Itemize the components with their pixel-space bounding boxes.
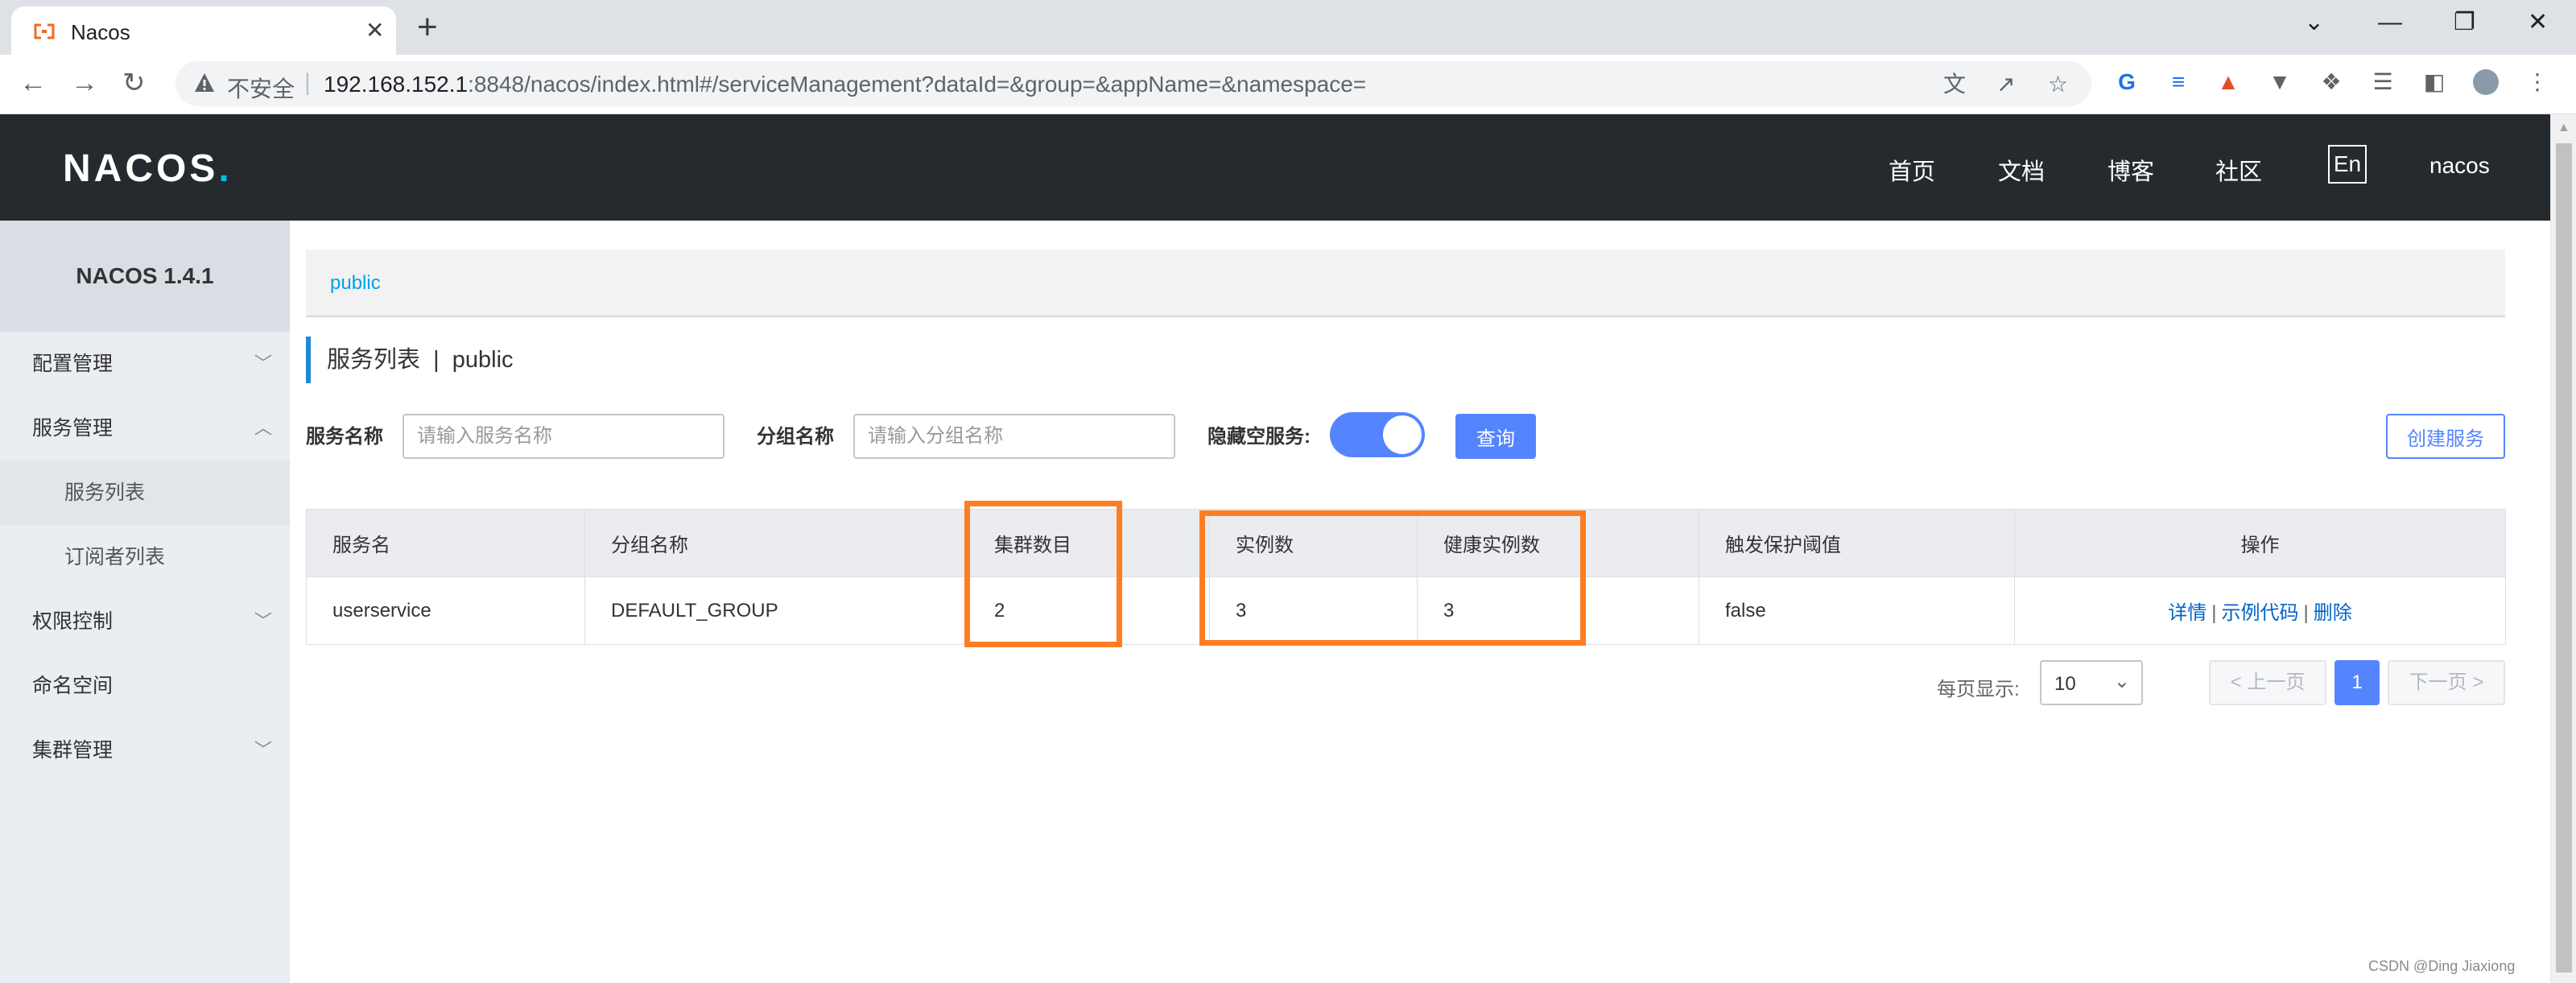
- action-separator: |: [2303, 602, 2309, 624]
- extension-red-icon[interactable]: ▲: [2215, 69, 2241, 95]
- new-tab-button[interactable]: +: [417, 8, 438, 47]
- reading-list-icon[interactable]: ☰: [2370, 69, 2396, 95]
- hide-empty-services-label: 隐藏空服务:: [1208, 426, 1311, 448]
- not-secure-label: 不安全: [227, 76, 295, 101]
- window-close-icon[interactable]: ✕: [2528, 6, 2548, 39]
- sidebar-item-namespace[interactable]: 命名空间: [0, 654, 290, 718]
- highlight-box-instance-counts: [1199, 510, 1586, 646]
- per-page-value: 10: [2054, 673, 2076, 695]
- cell-actions: 详情 | 示例代码 | 删除: [2014, 576, 2506, 645]
- url-text[interactable]: 192.168.152.1:8848/nacos/index.html#/ser…: [324, 72, 1366, 97]
- side-panel-icon[interactable]: ◧: [2421, 69, 2447, 95]
- minimize-icon[interactable]: —: [2378, 6, 2402, 39]
- sidebar-item-config-management[interactable]: 配置管理 ﹀: [0, 332, 290, 396]
- browser-toolbar: ← → ↻ 不安全 | 192.168.152.1:8848/nacos/ind…: [0, 55, 2576, 114]
- next-page-button[interactable]: 下一页 >: [2388, 660, 2505, 705]
- cell-service-name: userservice: [306, 576, 585, 645]
- puzzle-icon[interactable]: ❖: [2318, 69, 2344, 95]
- not-secure-warning-icon: [195, 73, 214, 92]
- nacos-favicon-icon: [34, 23, 55, 39]
- nav-docs[interactable]: 文档: [1998, 153, 2045, 187]
- profile-avatar[interactable]: [2473, 69, 2499, 95]
- chevron-down-icon: ﹀: [254, 353, 272, 374]
- column-group-name: 分组名称: [584, 509, 968, 577]
- language-toggle-button[interactable]: En: [2328, 145, 2367, 184]
- current-page-button[interactable]: 1: [2334, 660, 2380, 705]
- translate-icon[interactable]: 文: [1943, 72, 1966, 97]
- hide-empty-services-toggle[interactable]: [1330, 412, 1425, 457]
- share-icon[interactable]: ↗: [1996, 72, 2015, 97]
- scrollbar-thumb[interactable]: [2556, 143, 2572, 973]
- per-page-select[interactable]: 10 ⌄: [2040, 660, 2143, 705]
- bookmark-star-icon[interactable]: ☆: [2048, 72, 2068, 97]
- column-protect-threshold: 触发保护阈值: [1699, 509, 2015, 577]
- chevron-down-icon: ﹀: [254, 611, 272, 631]
- service-name-label: 服务名称: [306, 426, 383, 448]
- nav-community[interactable]: 社区: [2215, 153, 2262, 187]
- page-scrollbar[interactable]: ▲: [2550, 114, 2576, 983]
- page-title: 服务列表 | public: [306, 337, 514, 383]
- sidebar: NACOS 1.4.1 配置管理 ﹀ 服务管理 ︿ 服务列表 订阅者列表 权限控…: [0, 221, 290, 983]
- url-divider: |: [304, 69, 311, 96]
- sidebar-item-label: 订阅者列表: [64, 546, 166, 568]
- extension-layers-icon[interactable]: ≡: [2165, 69, 2191, 95]
- sidebar-item-access-control[interactable]: 权限控制 ﹀: [0, 589, 290, 654]
- sidebar-title: NACOS 1.4.1: [0, 221, 290, 332]
- nav-home[interactable]: 首页: [1889, 153, 1935, 187]
- query-button[interactable]: 查询: [1455, 414, 1536, 459]
- user-menu[interactable]: nacos: [2429, 153, 2490, 179]
- delete-link[interactable]: 删除: [2314, 602, 2352, 624]
- sidebar-item-label: 服务列表: [64, 481, 146, 504]
- reload-icon[interactable]: ↻: [122, 66, 146, 100]
- sidebar-item-label: 命名空间: [32, 675, 114, 697]
- tab-title: Nacos: [71, 20, 130, 44]
- browser-tab-strip: Nacos ✕ + ⌄ — ❐ ✕: [0, 0, 2576, 55]
- sidebar-item-cluster-management[interactable]: 集群管理 ﹀: [0, 718, 290, 783]
- cell-protect-threshold: false: [1699, 576, 2015, 645]
- sidebar-item-subscriber-list[interactable]: 订阅者列表: [0, 525, 290, 589]
- prev-page-button[interactable]: < 上一页: [2209, 660, 2326, 705]
- chevron-down-icon: ⌄: [2113, 671, 2130, 692]
- scroll-up-icon[interactable]: ▲: [2557, 121, 2570, 135]
- watermark: CSDN @Ding Jiaxiong: [2368, 958, 2516, 974]
- sidebar-item-label: 配置管理: [32, 353, 114, 375]
- restore-icon[interactable]: ❐: [2454, 6, 2475, 39]
- action-separator: |: [2211, 602, 2217, 624]
- google-translate-icon[interactable]: G: [2114, 69, 2140, 95]
- tab-search-icon[interactable]: ⌄: [2304, 6, 2324, 39]
- namespace-tab-public[interactable]: public: [330, 272, 381, 295]
- nacos-logo[interactable]: NACOS.: [63, 147, 233, 191]
- details-link[interactable]: 详情: [2168, 602, 2207, 624]
- sidebar-item-label: 权限控制: [32, 610, 114, 633]
- app-header: NACOS. 首页 文档 博客 社区 En nacos: [0, 114, 2550, 221]
- chevron-up-icon: ︿: [254, 418, 272, 438]
- sidebar-item-service-list[interactable]: 服务列表: [0, 461, 290, 525]
- namespace-tabs: public: [306, 250, 2505, 317]
- create-service-button[interactable]: 创建服务: [2386, 414, 2505, 459]
- group-name-input[interactable]: [853, 414, 1175, 459]
- highlight-box-cluster-count: [964, 501, 1122, 647]
- column-service-name: 服务名: [306, 509, 585, 577]
- menu-icon[interactable]: ⋮: [2524, 69, 2550, 95]
- sidebar-item-label: 服务管理: [32, 417, 114, 440]
- address-bar[interactable]: 不安全 | 192.168.152.1:8848/nacos/index.htm…: [175, 61, 2091, 106]
- column-actions: 操作: [2014, 509, 2506, 577]
- tab-close-icon[interactable]: ✕: [365, 18, 384, 43]
- sidebar-item-service-management[interactable]: 服务管理 ︿: [0, 396, 290, 461]
- cell-group-name: DEFAULT_GROUP: [584, 576, 968, 645]
- nav-blog[interactable]: 博客: [2107, 153, 2154, 187]
- back-icon[interactable]: ←: [19, 66, 47, 100]
- toggle-knob: [1383, 415, 1422, 454]
- service-name-input[interactable]: [402, 414, 724, 459]
- chevron-down-icon: ﹀: [254, 740, 272, 760]
- group-name-label: 分组名称: [757, 426, 834, 448]
- per-page-label: 每页显示:: [1937, 679, 2020, 700]
- vue-devtools-icon[interactable]: ▼: [2267, 69, 2293, 95]
- browser-tab[interactable]: Nacos ✕: [11, 6, 396, 55]
- sidebar-item-label: 集群管理: [32, 739, 114, 762]
- sample-code-link[interactable]: 示例代码: [2222, 602, 2299, 624]
- forward-icon[interactable]: →: [71, 66, 98, 100]
